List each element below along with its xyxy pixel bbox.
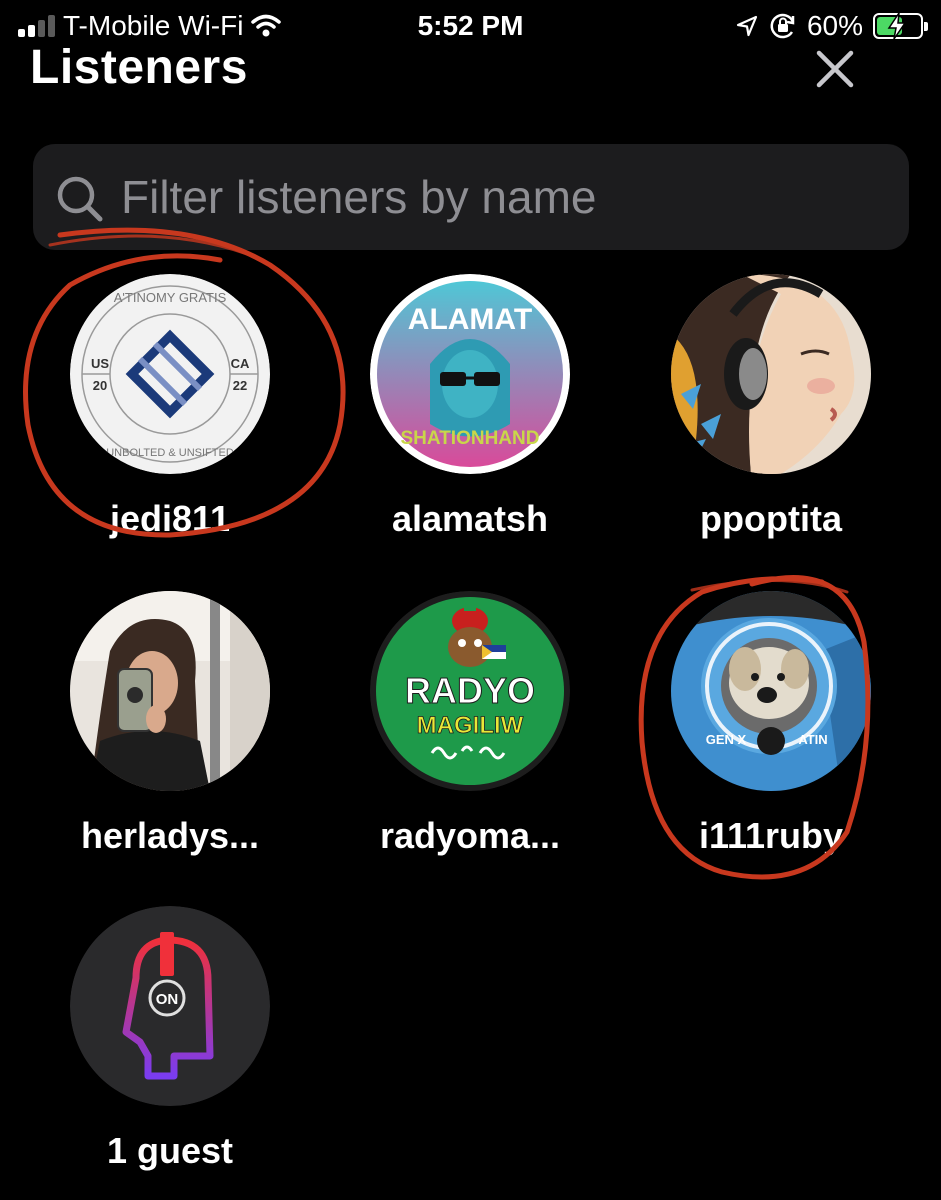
badge-left-text: GEN X bbox=[706, 732, 747, 747]
listener-name: herladys... bbox=[80, 815, 260, 856]
battery-percent: 60% bbox=[806, 10, 863, 41]
guest-avatar: ON bbox=[70, 906, 270, 1106]
radyo-magiliw-logo-avatar: RADYO MAGILIW bbox=[370, 591, 570, 791]
badge-right-text: ATIN bbox=[798, 732, 827, 747]
status-bar-right: 60% bbox=[735, 8, 928, 44]
close-icon[interactable] bbox=[812, 46, 858, 92]
emblem-left-number: 20 bbox=[93, 378, 107, 393]
emblem-right-number: 22 bbox=[233, 378, 247, 393]
listener-name: ppoptita bbox=[700, 498, 842, 539]
listener-jedi811[interactable]: A'TINOMY GRATIS UNBOLTED & UNSIFTED US C… bbox=[20, 274, 320, 574]
guest-head-headphones-icon: ON bbox=[70, 906, 270, 1106]
orientation-lock-icon bbox=[770, 13, 795, 39]
illustrated-woman-headphones-avatar bbox=[671, 274, 871, 474]
emblem-right-text: CA bbox=[231, 356, 250, 371]
emblem-left-text: US bbox=[91, 356, 109, 371]
battery-charging-icon bbox=[873, 12, 928, 40]
emblem-bottom-text: UNBOLTED & UNSIFTED bbox=[106, 447, 234, 459]
listener-name: 1 guest bbox=[106, 1130, 234, 1171]
emblem-avatar: A'TINOMY GRATIS UNBOLTED & UNSIFTED US C… bbox=[70, 274, 270, 474]
search-icon bbox=[57, 176, 103, 222]
listener-name: radyoma... bbox=[379, 815, 561, 856]
listener-herladys[interactable]: herladys... bbox=[20, 591, 320, 891]
listener-guest[interactable]: ON 1 guest bbox=[20, 906, 320, 1200]
listener-radyoma[interactable]: RADYO MAGILIW radyoma... bbox=[320, 591, 620, 891]
listener-name: jedi811 bbox=[109, 498, 231, 539]
listener-name: alamatsh bbox=[391, 498, 549, 539]
radyo-text: RADYO bbox=[405, 670, 535, 711]
alamat-subtitle-text: SHATIONHAND bbox=[401, 428, 540, 449]
listener-i111ruby[interactable]: GEN X ATIN i111ruby bbox=[621, 591, 921, 891]
selfie-photo-avatar bbox=[70, 591, 270, 791]
search-input[interactable] bbox=[121, 164, 881, 230]
magiliw-text: MAGILIW bbox=[417, 712, 524, 739]
alamat-logo-avatar: ALAMAT SHATIONHAND bbox=[370, 274, 570, 474]
listener-name: i111ruby bbox=[698, 815, 844, 856]
listener-ppoptita[interactable]: ppoptita bbox=[621, 274, 921, 574]
dog-badge-avatar: GEN X ATIN bbox=[671, 591, 871, 791]
location-arrow-icon bbox=[736, 15, 758, 37]
listener-alamatsh[interactable]: ALAMAT SHATIONHAND alamatsh bbox=[320, 274, 620, 574]
search-field[interactable] bbox=[33, 144, 909, 250]
alamat-title-text: ALAMAT bbox=[408, 303, 532, 336]
page-title: Listeners bbox=[30, 41, 248, 94]
on-badge-text: ON bbox=[156, 991, 179, 1008]
emblem-top-text: A'TINOMY GRATIS bbox=[114, 290, 227, 305]
